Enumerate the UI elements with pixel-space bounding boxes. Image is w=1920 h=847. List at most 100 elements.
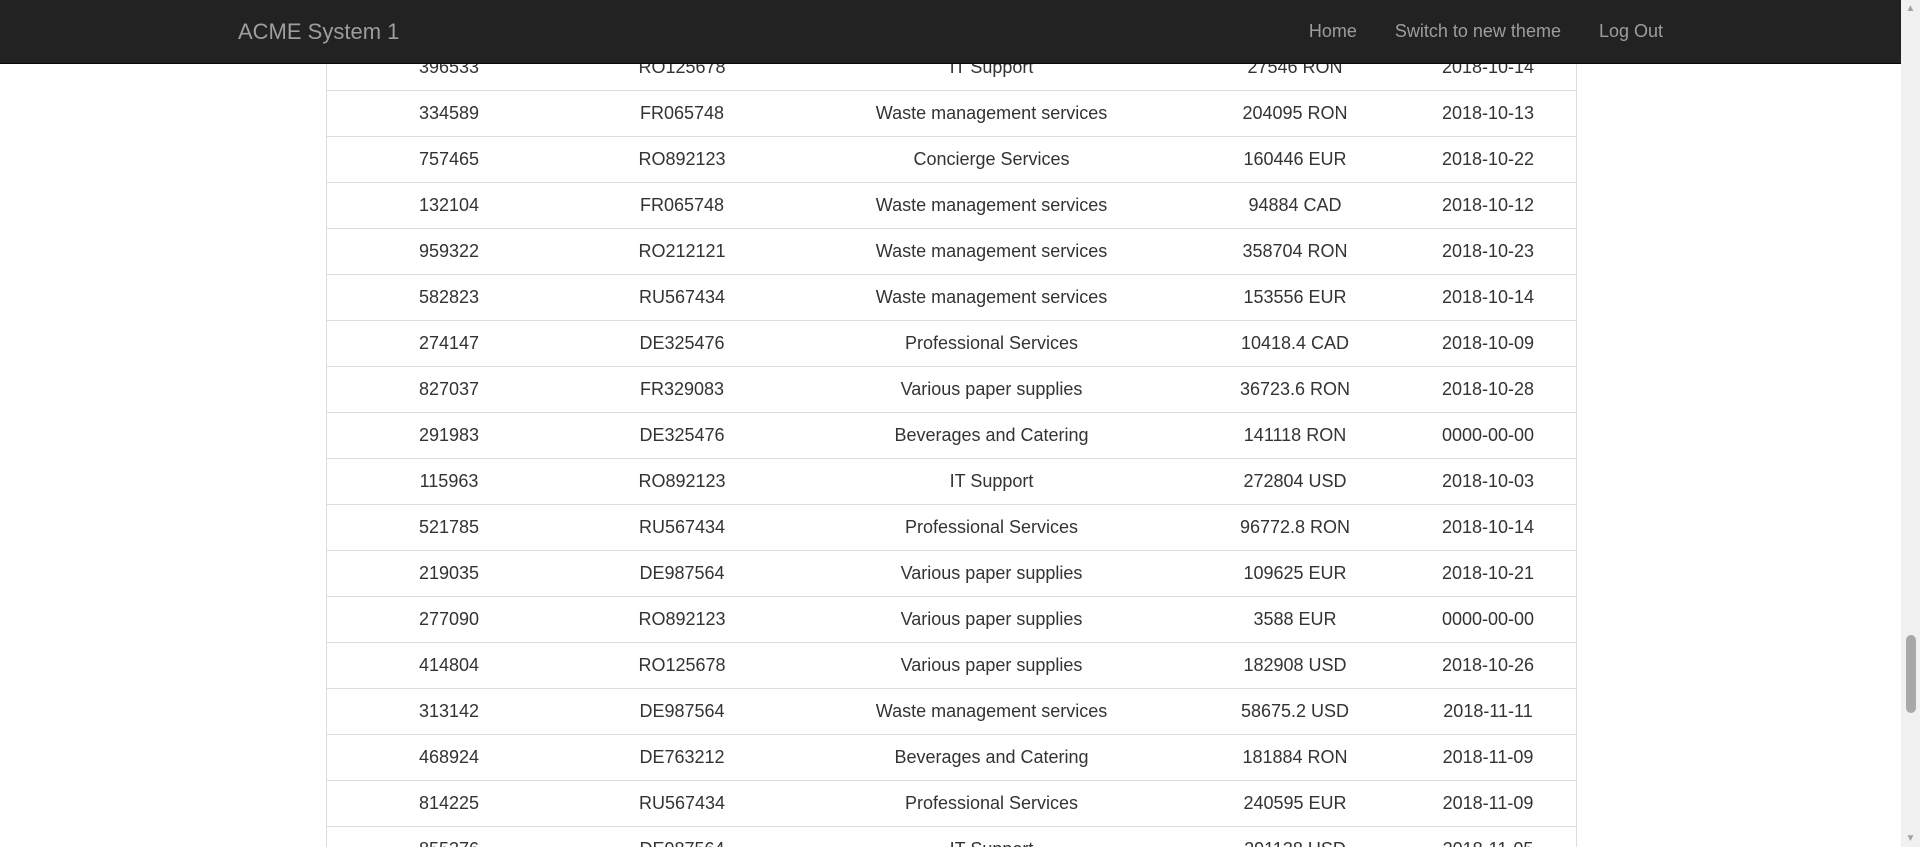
table-row: 827037 FR329083 Various paper supplies 3672… xyxy=(327,366,1576,413)
description-cell: Various paper supplies xyxy=(793,642,1190,689)
amount-cell: 153556 EUR xyxy=(1190,274,1400,321)
invoice-id-cell: 274147 xyxy=(327,320,571,367)
table-row: 132104 FR065748 Waste management services 9… xyxy=(327,182,1576,229)
invoice-id-cell: 855376 xyxy=(327,826,571,847)
invoice-id-cell: 468924 xyxy=(327,734,571,781)
amount-cell: 141118 RON xyxy=(1190,412,1400,459)
invoice-id-cell: 414804 xyxy=(327,642,571,689)
date-cell: 0000-00-00 xyxy=(1400,596,1576,643)
date-cell: 2018-10-03 xyxy=(1400,458,1576,505)
date-cell: 2018-11-05 xyxy=(1400,826,1576,847)
table-row: 334589 FR065748 Waste management services 2… xyxy=(327,90,1576,137)
brand-link[interactable]: ACME System 1 xyxy=(238,0,399,63)
vendor-id-cell: DE325476 xyxy=(571,320,793,367)
description-cell: Various paper supplies xyxy=(793,596,1190,643)
table-row: 855376DE987564IT Support291138 USD2018-1… xyxy=(327,826,1576,847)
amount-cell: 10418.4 CAD xyxy=(1190,320,1400,367)
date-cell: 2018-10-21 xyxy=(1400,550,1576,597)
description-cell: Various paper supplies xyxy=(793,550,1190,597)
nav-home-link[interactable]: Home xyxy=(1309,0,1357,63)
invoice-id-cell: 291983 xyxy=(327,412,571,459)
vendor-id-cell: DE987564 xyxy=(571,688,793,735)
date-cell: 2018-10-12 xyxy=(1400,182,1576,229)
amount-cell: 94884 CAD xyxy=(1190,182,1400,229)
description-cell: Beverages and Catering xyxy=(793,412,1190,459)
vendor-id-cell: DE987564 xyxy=(571,550,793,597)
date-cell: 2018-11-09 xyxy=(1400,734,1576,781)
scrollbar-thumb[interactable] xyxy=(1906,635,1916,713)
invoice-id-cell: 959322 xyxy=(327,228,571,275)
table-row: 468924 DE763212 Beverages and Catering 1818… xyxy=(327,734,1576,781)
invoice-id-cell: 219035 xyxy=(327,550,571,597)
invoice-id-cell: 814225 xyxy=(327,780,571,827)
vendor-id-cell: FR065748 xyxy=(571,90,793,137)
description-cell: Concierge Services xyxy=(793,136,1190,183)
vendor-id-cell: FR329083 xyxy=(571,366,793,413)
vendor-id-cell: RO892123 xyxy=(571,596,793,643)
invoice-id-cell: 132104 xyxy=(327,182,571,229)
vertical-scrollbar[interactable]: ▲ ▼ xyxy=(1901,0,1920,847)
table-row: 219035 DE987564 Various paper supplies 1096… xyxy=(327,550,1576,597)
amount-cell: 358704 RON xyxy=(1190,228,1400,275)
invoice-id-cell: 582823 xyxy=(327,274,571,321)
page-content: 396533 RO125678 IT Support 27546 RON 2018-10… xyxy=(0,0,1901,847)
description-cell: Waste management services xyxy=(793,90,1190,137)
vendor-id-cell: DE763212 xyxy=(571,734,793,781)
vendor-id-cell: DE325476 xyxy=(571,412,793,459)
table-row: 757465 RO892123 Concierge Services 160446 E… xyxy=(327,136,1576,183)
table-row: 582823 RU567434 Waste management services 1… xyxy=(327,274,1576,321)
vendor-id-cell: RO212121 xyxy=(571,228,793,275)
invoice-id-cell: 277090 xyxy=(327,596,571,643)
amount-cell: 36723.6 RON xyxy=(1190,366,1400,413)
invoices-table-container: 396533 RO125678 IT Support 27546 RON 2018-10… xyxy=(326,44,1577,847)
vendor-id-cell: DE987564 xyxy=(571,826,793,847)
invoices-table-body: 396533 RO125678 IT Support 27546 RON 2018-10… xyxy=(327,44,1576,847)
vendor-id-cell: RU567434 xyxy=(571,274,793,321)
amount-cell: 58675.2 USD xyxy=(1190,688,1400,735)
date-cell: 2018-10-28 xyxy=(1400,366,1576,413)
table-row: 959322 RO212121 Waste management services 3… xyxy=(327,228,1576,275)
scroll-down-arrow-icon[interactable]: ▼ xyxy=(1901,830,1920,847)
nav-switch-theme-link[interactable]: Switch to new theme xyxy=(1395,0,1561,63)
amount-cell: 96772.8 RON xyxy=(1190,504,1400,551)
amount-cell: 204095 RON xyxy=(1190,90,1400,137)
date-cell: 2018-11-09 xyxy=(1400,780,1576,827)
date-cell: 0000-00-00 xyxy=(1400,412,1576,459)
table-row: 814225 RU567434 Professional Services 24059… xyxy=(327,780,1576,827)
description-cell: Professional Services xyxy=(793,780,1190,827)
vendor-id-cell: RU567434 xyxy=(571,780,793,827)
table-row: 313142 DE987564 Waste management services 5… xyxy=(327,688,1576,735)
table-row: 521785 RU567434 Professional Services 96772… xyxy=(327,504,1576,551)
description-cell: Various paper supplies xyxy=(793,366,1190,413)
scroll-up-arrow-icon[interactable]: ▲ xyxy=(1901,0,1920,17)
vendor-id-cell: RO892123 xyxy=(571,136,793,183)
nav-logout-link[interactable]: Log Out xyxy=(1599,0,1663,63)
date-cell: 2018-10-23 xyxy=(1400,228,1576,275)
description-cell: IT Support xyxy=(793,458,1190,505)
invoices-table: 396533 RO125678 IT Support 27546 RON 2018-10… xyxy=(327,44,1576,847)
table-row: 274147 DE325476 Professional Services 10418… xyxy=(327,320,1576,367)
invoice-id-cell: 313142 xyxy=(327,688,571,735)
vendor-id-cell: RU567434 xyxy=(571,504,793,551)
invoice-id-cell: 757465 xyxy=(327,136,571,183)
vendor-id-cell: RO892123 xyxy=(571,458,793,505)
date-cell: 2018-10-14 xyxy=(1400,274,1576,321)
description-cell: Waste management services xyxy=(793,228,1190,275)
date-cell: 2018-10-09 xyxy=(1400,320,1576,367)
description-cell: IT Support xyxy=(793,826,1190,847)
amount-cell: 240595 EUR xyxy=(1190,780,1400,827)
amount-cell: 272804 USD xyxy=(1190,458,1400,505)
amount-cell: 160446 EUR xyxy=(1190,136,1400,183)
description-cell: Professional Services xyxy=(793,320,1190,367)
date-cell: 2018-11-11 xyxy=(1400,688,1576,735)
amount-cell: 109625 EUR xyxy=(1190,550,1400,597)
description-cell: Waste management services xyxy=(793,688,1190,735)
amount-cell: 182908 USD xyxy=(1190,642,1400,689)
amount-cell: 181884 RON xyxy=(1190,734,1400,781)
date-cell: 2018-10-14 xyxy=(1400,504,1576,551)
table-row: 414804 RO125678 Various paper supplies 1829… xyxy=(327,642,1576,689)
amount-cell: 3588 EUR xyxy=(1190,596,1400,643)
description-cell: Waste management services xyxy=(793,182,1190,229)
vendor-id-cell: RO125678 xyxy=(571,642,793,689)
invoice-id-cell: 334589 xyxy=(327,90,571,137)
